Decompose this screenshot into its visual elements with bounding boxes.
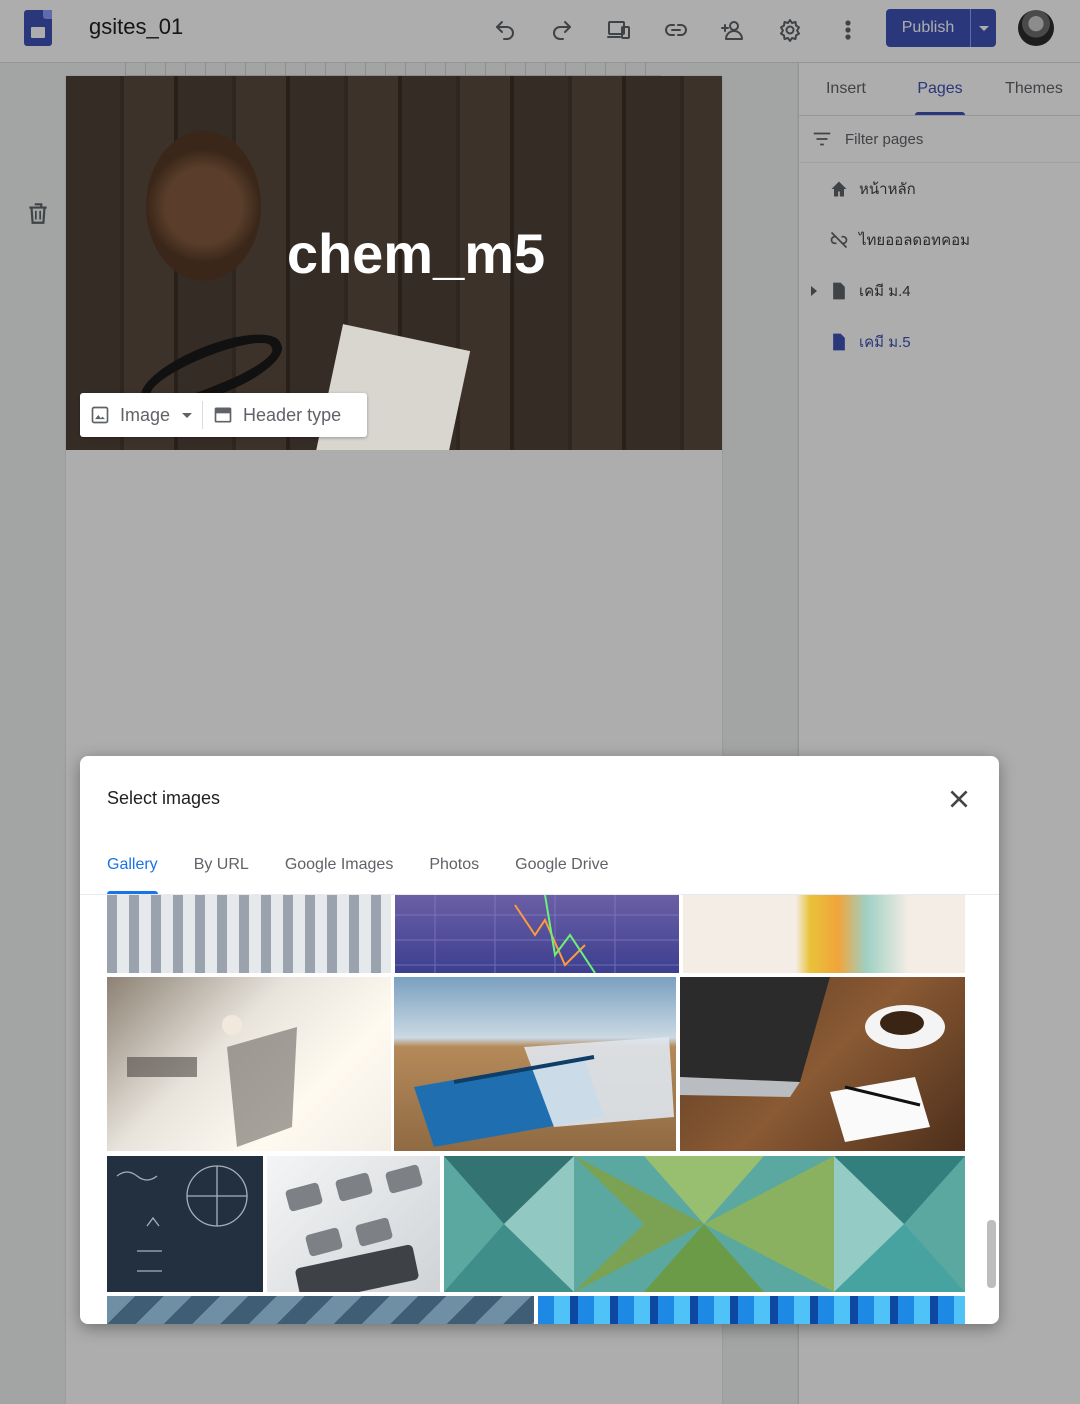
gallery-image-office-desk[interactable] xyxy=(107,977,391,1151)
gallery-image-chart[interactable] xyxy=(395,895,679,973)
gallery-image-blue-pixels[interactable] xyxy=(538,1296,965,1324)
image-button-label: Image xyxy=(120,404,171,425)
gallery-image-calculator[interactable] xyxy=(267,1156,440,1292)
gallery-image-blue-geometric[interactable] xyxy=(107,1296,534,1324)
dialog-tabs: Gallery By URL Google Images Photos Goog… xyxy=(107,856,645,894)
header-type-button[interactable]: Header type xyxy=(203,393,351,437)
image-button[interactable]: Image xyxy=(80,393,202,437)
gallery-image-laptop-coffee[interactable] xyxy=(680,977,965,1151)
tab-by-url[interactable]: By URL xyxy=(194,856,249,894)
gallery-scrollbar[interactable] xyxy=(987,1220,996,1288)
tab-google-drive[interactable]: Google Drive xyxy=(515,856,608,894)
gallery-image-mixer[interactable] xyxy=(107,895,391,973)
gallery-image-colorful-notes[interactable] xyxy=(683,895,965,973)
tab-google-images[interactable]: Google Images xyxy=(285,856,394,894)
close-icon[interactable] xyxy=(946,786,972,812)
header-type-label: Header type xyxy=(243,404,342,425)
header-type-icon xyxy=(214,407,232,423)
header-toolbar: Image Header type xyxy=(80,393,367,437)
chevron-down-icon xyxy=(182,412,193,418)
image-gallery-grid xyxy=(80,894,999,1324)
gallery-image-teal-geometric[interactable] xyxy=(444,1156,965,1292)
dialog-title: Select images xyxy=(107,788,221,808)
gallery-image-chalkboard[interactable] xyxy=(107,1156,263,1292)
page-title[interactable]: chem_m5 xyxy=(66,221,722,286)
image-icon xyxy=(91,406,109,424)
tab-photos[interactable]: Photos xyxy=(429,856,479,894)
tab-gallery[interactable]: Gallery xyxy=(107,856,158,894)
select-images-dialog: Select images Gallery By URL Google Imag… xyxy=(80,756,999,1324)
gallery-image-notebook-tablet[interactable] xyxy=(394,977,676,1151)
